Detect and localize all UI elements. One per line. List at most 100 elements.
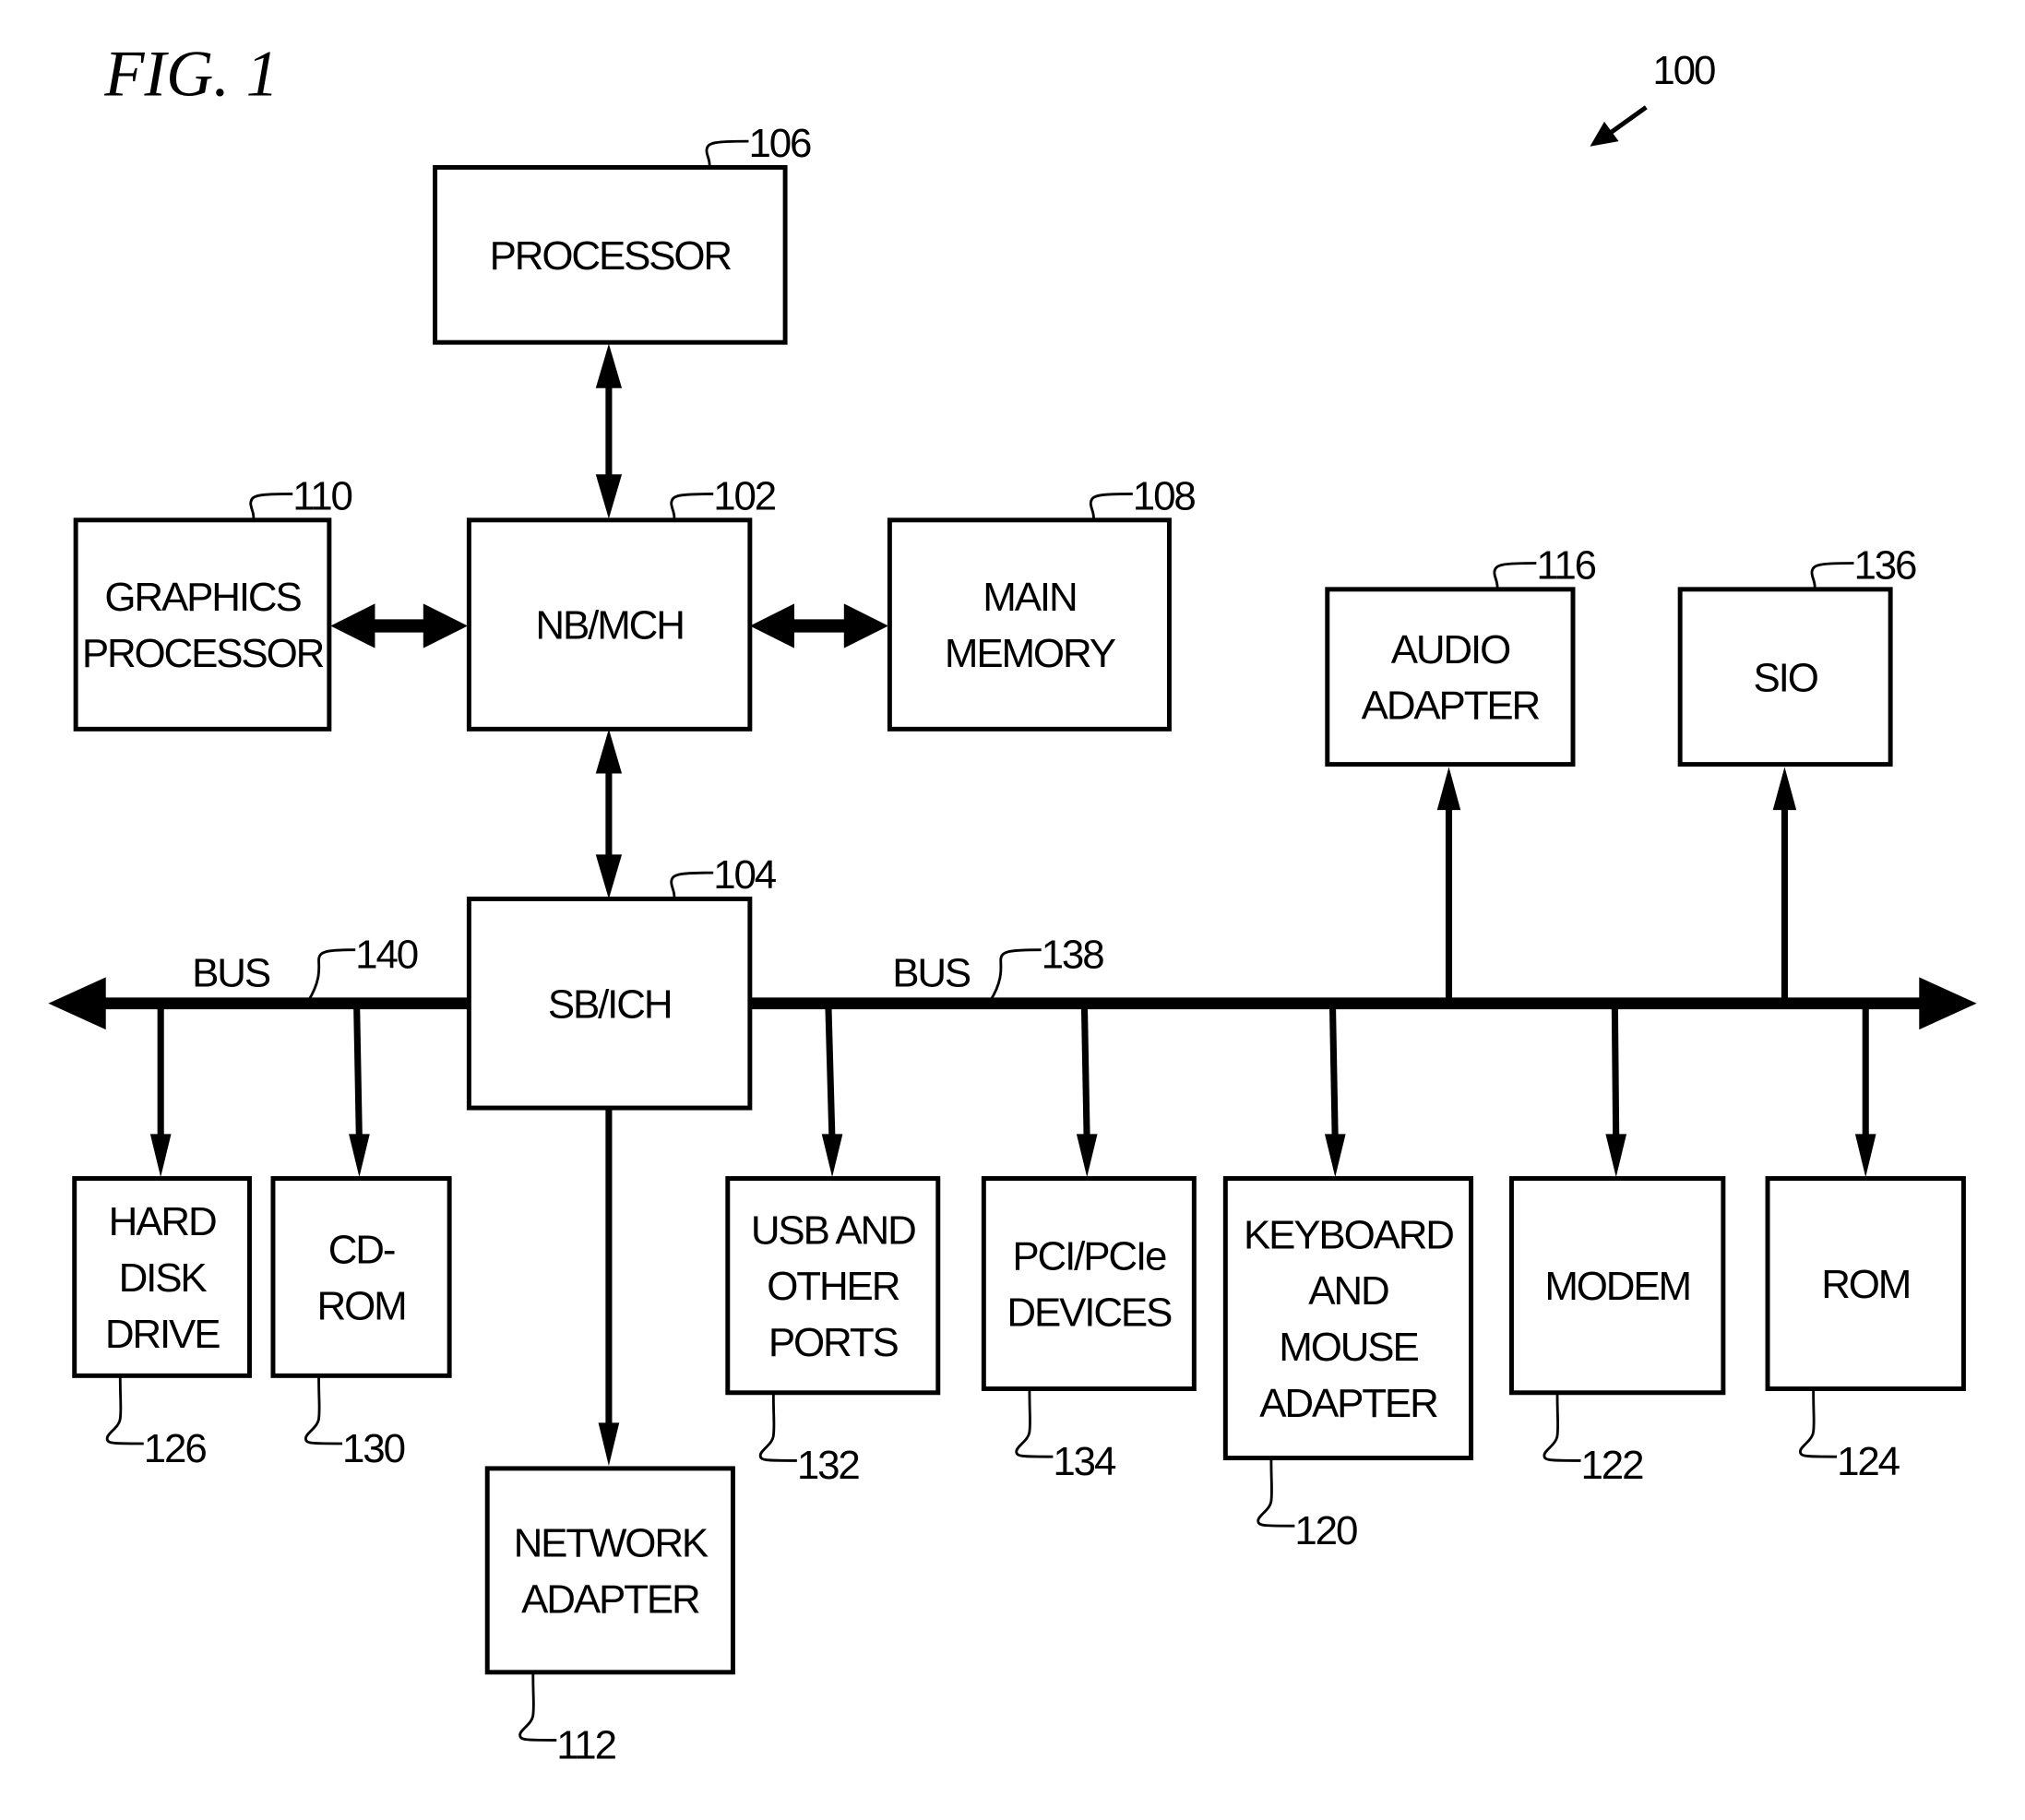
block-cdrom-box [270, 1176, 452, 1378]
block-kbd: KEYBOARD AND MOUSE ADAPTER 120 [1222, 1176, 1474, 1553]
link-bus-pci [1076, 1003, 1098, 1178]
link-bus-modem [1605, 1003, 1627, 1178]
block-network-label-line: NETWORK [514, 1520, 709, 1565]
block-audio-ref-leader [1493, 562, 1537, 590]
block-nbmch-ref-leader [670, 493, 714, 521]
block-cdrom-ref: 130 [342, 1426, 405, 1471]
block-usb: USB AND OTHER PORTS 132 [725, 1176, 941, 1488]
bus-left-ref: 140 [355, 933, 418, 978]
bus-right-label: BUS [892, 950, 971, 995]
block-cdrom-label-line: ROM [317, 1283, 406, 1328]
block-usb-label-line: OTHER [767, 1264, 899, 1309]
block-audio-label-line: AUDIO [1391, 627, 1510, 672]
figure-title: FIG. 1 [103, 39, 279, 111]
link-bus-hdd [149, 1003, 172, 1178]
block-hdd-ref: 126 [144, 1426, 207, 1471]
block-rom-ref-leader [1799, 1388, 1838, 1458]
block-processor-ref-leader [705, 139, 749, 168]
block-pci-label-line: PCI/PCIe [1012, 1234, 1166, 1279]
block-modem: MODEM 122 [1508, 1176, 1726, 1488]
block-network-label-line: ADAPTER [521, 1576, 699, 1622]
block-pci-box [981, 1176, 1197, 1391]
link-bus-kbd [1324, 1003, 1346, 1178]
block-sbich-ref-leader [670, 871, 714, 899]
block-hdd-ref-leader [105, 1375, 144, 1445]
block-kbd-ref: 120 [1294, 1508, 1357, 1553]
link-bus-audio [1436, 767, 1461, 1004]
block-pci: PCI/PCIe DEVICES 134 [981, 1176, 1197, 1484]
block-nbmch-ref: 102 [713, 473, 776, 518]
block-pci-ref: 134 [1053, 1439, 1116, 1484]
block-network-ref-leader [518, 1671, 557, 1742]
block-graphics-label-line: PROCESSOR [82, 631, 324, 676]
block-kbd-ref-leader [1257, 1457, 1295, 1528]
block-hdd: HARD DISK DRIVE 126 [72, 1176, 252, 1471]
link-nbmch-sbich [595, 729, 623, 899]
block-hdd-label-line: DRIVE [105, 1312, 220, 1357]
link-graphics-nbmch [330, 603, 468, 648]
block-rom-label-line: ROM [1821, 1262, 1910, 1307]
block-nbmch: NB/MCH 102 [466, 473, 778, 732]
link-sbich-network [598, 1108, 620, 1467]
block-audio-box [1325, 587, 1576, 767]
block-mainmem-label-line: MAIN [983, 575, 1076, 620]
link-processor-nbmch [595, 343, 623, 519]
block-mainmem-box [887, 517, 1172, 732]
block-sbich: SB/ICH 104 [466, 852, 779, 1111]
block-hdd-label-line: DISK [119, 1255, 208, 1301]
block-kbd-label-line: MOUSE [1279, 1325, 1418, 1370]
block-processor-ref: 106 [748, 121, 811, 166]
link-bus-sio [1772, 767, 1797, 1004]
block-usb-ref: 132 [797, 1443, 860, 1488]
block-modem-ref-leader [1543, 1392, 1581, 1462]
block-network-box [484, 1466, 735, 1675]
block-graphics-label-line: GRAPHICS [104, 575, 301, 620]
block-mainmem-ref: 108 [1133, 473, 1196, 518]
block-sio-label-line: SIO [1754, 655, 1818, 700]
block-modem-label-line: MODEM [1544, 1264, 1690, 1309]
block-sio-ref-leader [1810, 562, 1854, 590]
block-mainmem-ref-leader [1089, 493, 1133, 521]
block-rom-ref: 124 [1837, 1439, 1900, 1484]
block-kbd-label-line: AND [1308, 1268, 1388, 1314]
block-audio-ref: 116 [1536, 543, 1595, 589]
block-graphics: GRAPHICS PROCESSOR 110 [73, 473, 354, 732]
block-graphics-ref: 110 [292, 473, 351, 518]
block-network: NETWORK ADAPTER 112 [484, 1466, 735, 1767]
block-cdrom-ref-leader [304, 1375, 343, 1445]
block-pci-ref-leader [1015, 1388, 1054, 1458]
link-bus-rom [1854, 1003, 1876, 1178]
block-graphics-box [73, 517, 332, 732]
block-mainmem-label-line: MEMORY [945, 631, 1116, 676]
bus-left-leader [307, 948, 356, 1002]
block-sio: SIO 136 [1677, 543, 1918, 767]
block-processor: PROCESSOR 106 [433, 121, 813, 345]
bus-left-label: BUS [192, 950, 270, 995]
block-audio: AUDIO ADAPTER 116 [1325, 543, 1598, 767]
link-bus-usb [821, 1003, 843, 1178]
block-usb-ref-leader [758, 1392, 797, 1462]
block-graphics-ref-leader [249, 493, 293, 521]
block-processor-label-line: PROCESSOR [490, 233, 732, 279]
block-network-ref: 112 [556, 1722, 615, 1767]
bus-right-leader [989, 948, 1042, 1002]
block-kbd-label-line: ADAPTER [1259, 1381, 1437, 1426]
block-cdrom: CD- ROM 130 [270, 1176, 452, 1471]
link-bus-cdrom [349, 1003, 370, 1178]
block-sbich-ref: 104 [713, 852, 777, 898]
system-ref-arrow-icon [1590, 105, 1648, 147]
block-nbmch-label-line: NB/MCH [535, 603, 683, 648]
block-hdd-label-line: HARD [109, 1199, 216, 1244]
block-audio-label-line: ADAPTER [1362, 684, 1540, 729]
block-modem-ref: 122 [1581, 1443, 1644, 1488]
block-cdrom-label-line: CD- [328, 1228, 395, 1273]
system-ref-label: 100 [1652, 48, 1715, 93]
block-sbich-label-line: SB/ICH [548, 981, 672, 1027]
block-usb-label-line: PORTS [768, 1320, 899, 1365]
block-kbd-label-line: KEYBOARD [1244, 1212, 1453, 1257]
block-rom: ROM 124 [1765, 1176, 1966, 1484]
link-nbmch-mainmem [749, 603, 888, 648]
bus-right-ref: 138 [1042, 933, 1104, 978]
block-mainmem: MAIN MEMORY 108 [887, 473, 1197, 732]
block-usb-label-line: USB AND [751, 1207, 915, 1253]
